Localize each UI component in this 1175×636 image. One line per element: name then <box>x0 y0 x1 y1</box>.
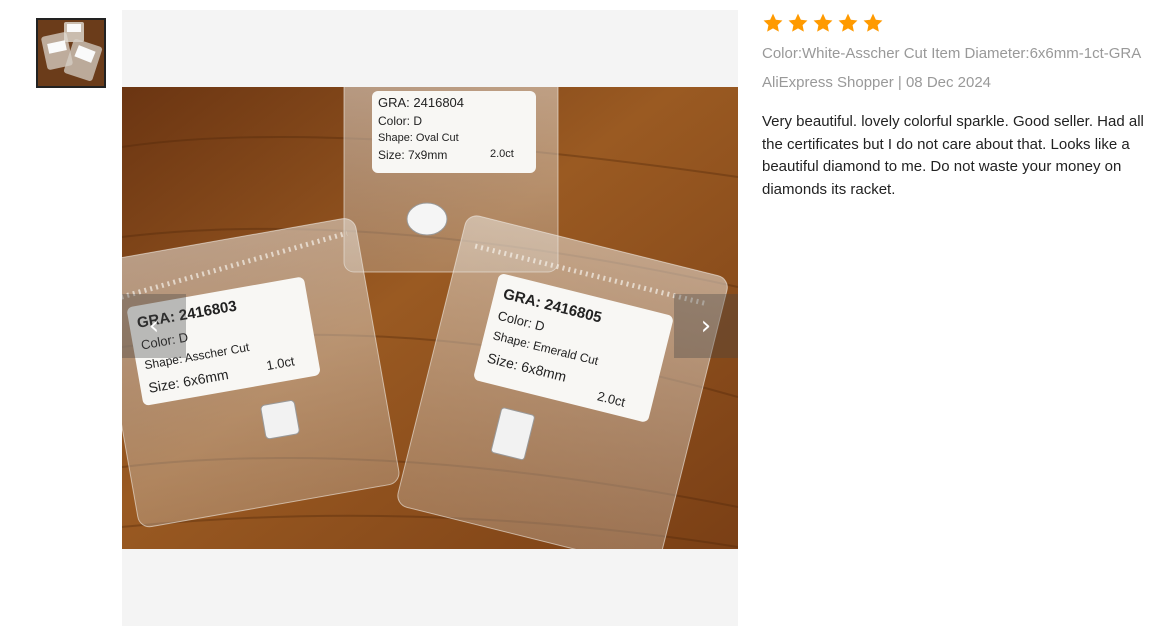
star-icon <box>838 13 858 32</box>
thumbnail-1[interactable] <box>36 18 106 88</box>
next-image-button[interactable]: › <box>674 294 738 358</box>
review-author-date: AliExpress Shopper | 08 Dec 2024 <box>762 74 992 91</box>
star-icon <box>813 13 833 32</box>
previous-image-button[interactable]: ‹ <box>122 294 186 358</box>
card-oval-line1: GRA: 2416804 <box>378 95 464 110</box>
thumbnail-image <box>38 20 104 86</box>
review-panel: Color:White-Asscher Cut Item Diameter:6x… <box>762 10 1152 201</box>
chevron-left-icon: ‹ <box>148 311 160 341</box>
star-rating <box>762 10 1152 36</box>
chevron-right-icon: › <box>700 311 712 341</box>
review-text: Very beautiful. lovely colorful sparkle.… <box>762 113 1144 198</box>
card-oval-line3: Shape: Oval Cut <box>378 132 459 144</box>
thumbnail-list <box>36 18 106 88</box>
review-sku-info: Color:White-Asscher Cut Item Diameter:6x… <box>762 45 1142 62</box>
image-viewer: GRA: 2416804 Color: D Shape: Oval Cut Si… <box>122 10 738 626</box>
review-photo[interactable]: GRA: 2416804 Color: D Shape: Oval Cut Si… <box>122 87 738 549</box>
card-oval-line4: Size: 7x9mm <box>378 148 447 162</box>
star-icon <box>788 13 808 32</box>
card-oval-weight: 2.0ct <box>490 148 514 160</box>
star-icon <box>763 13 783 32</box>
card-oval-line2: Color: D <box>378 114 422 128</box>
star-icon <box>863 13 883 32</box>
